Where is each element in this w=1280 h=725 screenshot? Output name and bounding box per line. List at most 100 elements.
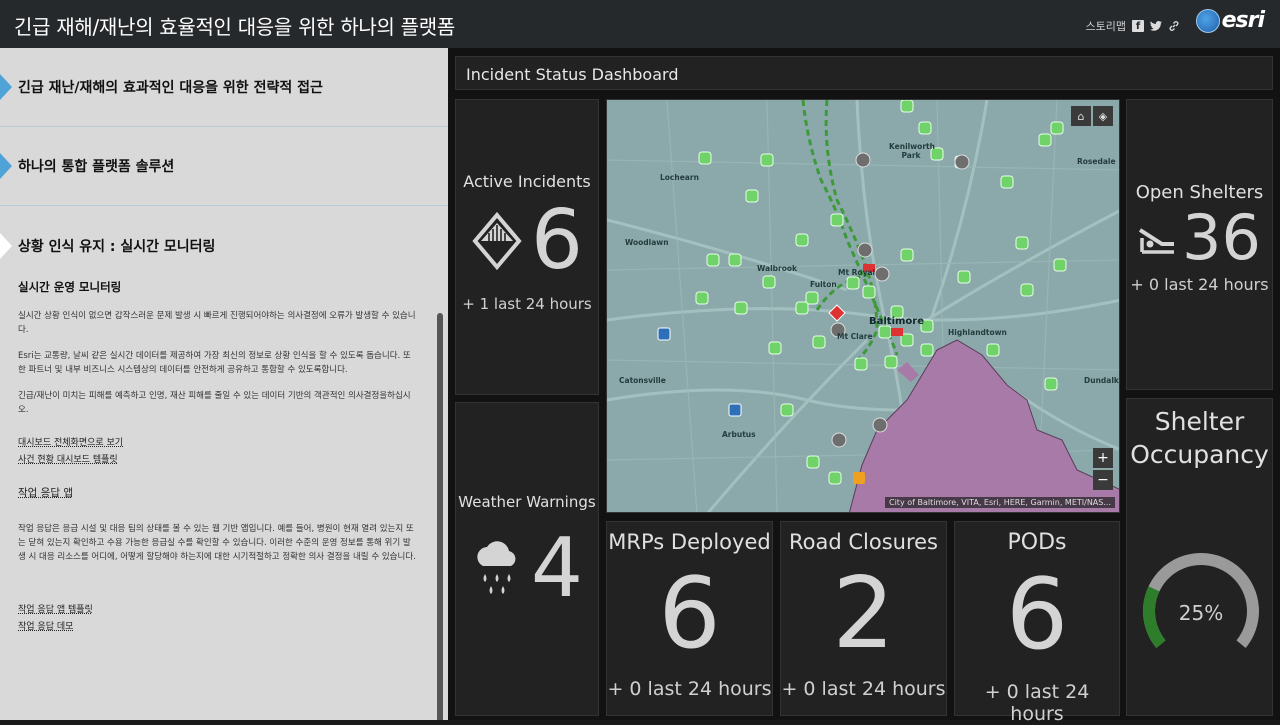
response-demo-link[interactable]: 작업 응답 데모: [18, 619, 418, 632]
facility-marker[interactable]: [858, 243, 872, 257]
shelter-marker[interactable]: [863, 286, 875, 298]
shelter-marker[interactable]: [879, 326, 891, 338]
shelter-marker[interactable]: [699, 152, 711, 164]
map-label: Lochearn: [660, 173, 699, 182]
map-label: Walbrook: [757, 264, 797, 273]
facility-marker[interactable]: [875, 267, 889, 281]
road-closure-marker[interactable]: [891, 328, 903, 336]
app-header: 긴급 재해/재난의 효율적인 대응을 위한 하나의 플랫폼 스토리맵 f esr…: [0, 0, 1280, 48]
shelter-marker[interactable]: [831, 214, 843, 226]
sidebar-scrollbar[interactable]: [437, 313, 443, 720]
shelter-marker[interactable]: [696, 292, 708, 304]
shelter-marker[interactable]: [855, 358, 867, 370]
shelter-marker[interactable]: [847, 277, 859, 289]
card-title: Weather Warnings: [456, 493, 598, 511]
active-incidents-value: 6: [531, 201, 583, 281]
road-closures-card: Road Closures 2 + 0 last 24 hours: [780, 521, 947, 716]
story-sidebar: 긴급 재난/재해의 효과적인 대응을 위한 전략적 접근 하나의 통합 플랫폼 …: [0, 48, 448, 720]
layers-icon[interactable]: ◈: [1093, 106, 1113, 126]
response-app-template-link[interactable]: 작업 응답 앱 템플릿: [18, 602, 418, 615]
link-icon[interactable]: [1168, 20, 1180, 32]
map-label: Mt Royal: [838, 268, 875, 277]
chevron-right-icon: [0, 74, 12, 100]
pod-marker[interactable]: [729, 404, 741, 416]
map-label: Fulton: [810, 280, 837, 289]
card-title: Open Shelters: [1127, 182, 1272, 203]
facility-marker[interactable]: [856, 153, 870, 167]
shelter-marker[interactable]: [1045, 378, 1057, 390]
shelter-marker[interactable]: [919, 122, 931, 134]
zoom-out-button[interactable]: −: [1093, 470, 1113, 490]
sidebar-section-strategy[interactable]: 긴급 재난/재해의 효과적인 대응을 위한 전략적 접근: [0, 48, 448, 127]
shelter-marker[interactable]: [763, 276, 775, 288]
pods-value: 6: [955, 565, 1119, 665]
chevron-right-icon: [0, 153, 12, 179]
shelter-marker[interactable]: [735, 302, 747, 314]
content-paragraph: 긴급/재난이 미치는 피해를 예측하고 인명, 재산 피해를 줄일 수 있는 데…: [18, 389, 418, 417]
incident-dashboard-template-link[interactable]: 사건 현황 대시보드 템플릿: [18, 452, 418, 465]
map-label: Highlandtown: [948, 328, 1007, 337]
sidebar-section-platform[interactable]: 하나의 통합 플랫폼 솔루션: [0, 127, 448, 206]
incident-marker[interactable]: [829, 305, 845, 321]
card-title: Road Closures: [781, 530, 946, 554]
zoom-in-button[interactable]: +: [1093, 448, 1113, 468]
shelter-marker[interactable]: [987, 344, 999, 356]
shelter-marker[interactable]: [921, 344, 933, 356]
content-heading: 실시간 운영 모니터링: [18, 279, 418, 295]
shelter-marker[interactable]: [1001, 176, 1013, 188]
home-icon[interactable]: ⌂: [1071, 106, 1091, 126]
facebook-icon[interactable]: f: [1132, 20, 1144, 32]
shelter-marker[interactable]: [1054, 259, 1066, 271]
shelter-marker[interactable]: [796, 302, 808, 314]
shelter-marker[interactable]: [729, 254, 741, 266]
card-subtitle: + 0 last 24 hours: [1127, 275, 1272, 294]
sidebar-section-label: 긴급 재난/재해의 효과적인 대응을 위한 전략적 접근: [18, 77, 323, 97]
incident-map[interactable]: Lochearn Woodlawn Catonsville Arbutus Ke…: [606, 99, 1120, 513]
shelter-marker[interactable]: [746, 190, 758, 202]
shelter-marker[interactable]: [761, 154, 773, 166]
card-title: PODs: [955, 530, 1119, 555]
fullscreen-dashboard-link[interactable]: 대시보드 전체화면으로 보기: [18, 435, 418, 448]
facility-marker[interactable]: [955, 155, 969, 169]
shelter-marker[interactable]: [807, 456, 819, 468]
chevron-right-icon: [0, 233, 12, 259]
shelter-marker[interactable]: [769, 342, 781, 354]
shelter-marker[interactable]: [813, 336, 825, 348]
shelter-marker[interactable]: [901, 100, 913, 112]
shelter-marker[interactable]: [1039, 134, 1051, 146]
sidebar-section-label: 하나의 통합 플랫폼 솔루션: [18, 156, 174, 176]
road-closures-value: 2: [781, 564, 946, 664]
shelter-marker[interactable]: [901, 249, 913, 261]
map-canvas[interactable]: [607, 100, 1120, 513]
shelter-marker[interactable]: [796, 234, 808, 246]
content-subheading: 작업 응답 앱: [18, 485, 73, 500]
sidebar-section-monitoring[interactable]: 상황 인식 유지 : 실시간 모니터링: [0, 206, 448, 285]
card-subtitle: + 0 last 24 hours: [607, 678, 772, 700]
card-subtitle: + 0 last 24 hours: [955, 681, 1119, 725]
shelter-marker[interactable]: [958, 271, 970, 283]
shelter-marker[interactable]: [1016, 237, 1028, 249]
shelter-marker[interactable]: [781, 404, 793, 416]
active-incidents-card: Active Incidents 6 + 1 last 24 hours: [455, 99, 599, 395]
shelter-marker[interactable]: [1051, 122, 1063, 134]
dashboard-title: Incident Status Dashboard: [455, 56, 1273, 90]
pod-marker[interactable]: [658, 328, 670, 340]
story-map-label: 스토리맵: [1086, 18, 1126, 34]
esri-logo[interactable]: esri: [1196, 8, 1264, 33]
map-attribution: City of Baltimore, VITA, Esri, HERE, Gar…: [885, 497, 1115, 508]
map-city-label: Baltimore: [869, 316, 924, 327]
rain-cloud-icon: [471, 536, 523, 602]
mrp-marker[interactable]: [853, 472, 865, 484]
twitter-icon[interactable]: [1150, 20, 1162, 32]
card-subtitle: + 1 last 24 hours: [456, 295, 598, 313]
shelter-marker[interactable]: [829, 472, 841, 484]
shelter-marker[interactable]: [707, 254, 719, 266]
facility-marker[interactable]: [832, 433, 846, 447]
shelter-marker[interactable]: [1021, 284, 1033, 296]
facility-marker[interactable]: [873, 418, 887, 432]
shelter-marker[interactable]: [885, 356, 897, 368]
share-bar: 스토리맵 f: [1086, 18, 1180, 34]
shelter-marker[interactable]: [806, 292, 818, 304]
map-label: Arbutus: [722, 430, 756, 439]
incident-dashboard: Incident Status Dashboard Active Inciden…: [448, 48, 1280, 720]
